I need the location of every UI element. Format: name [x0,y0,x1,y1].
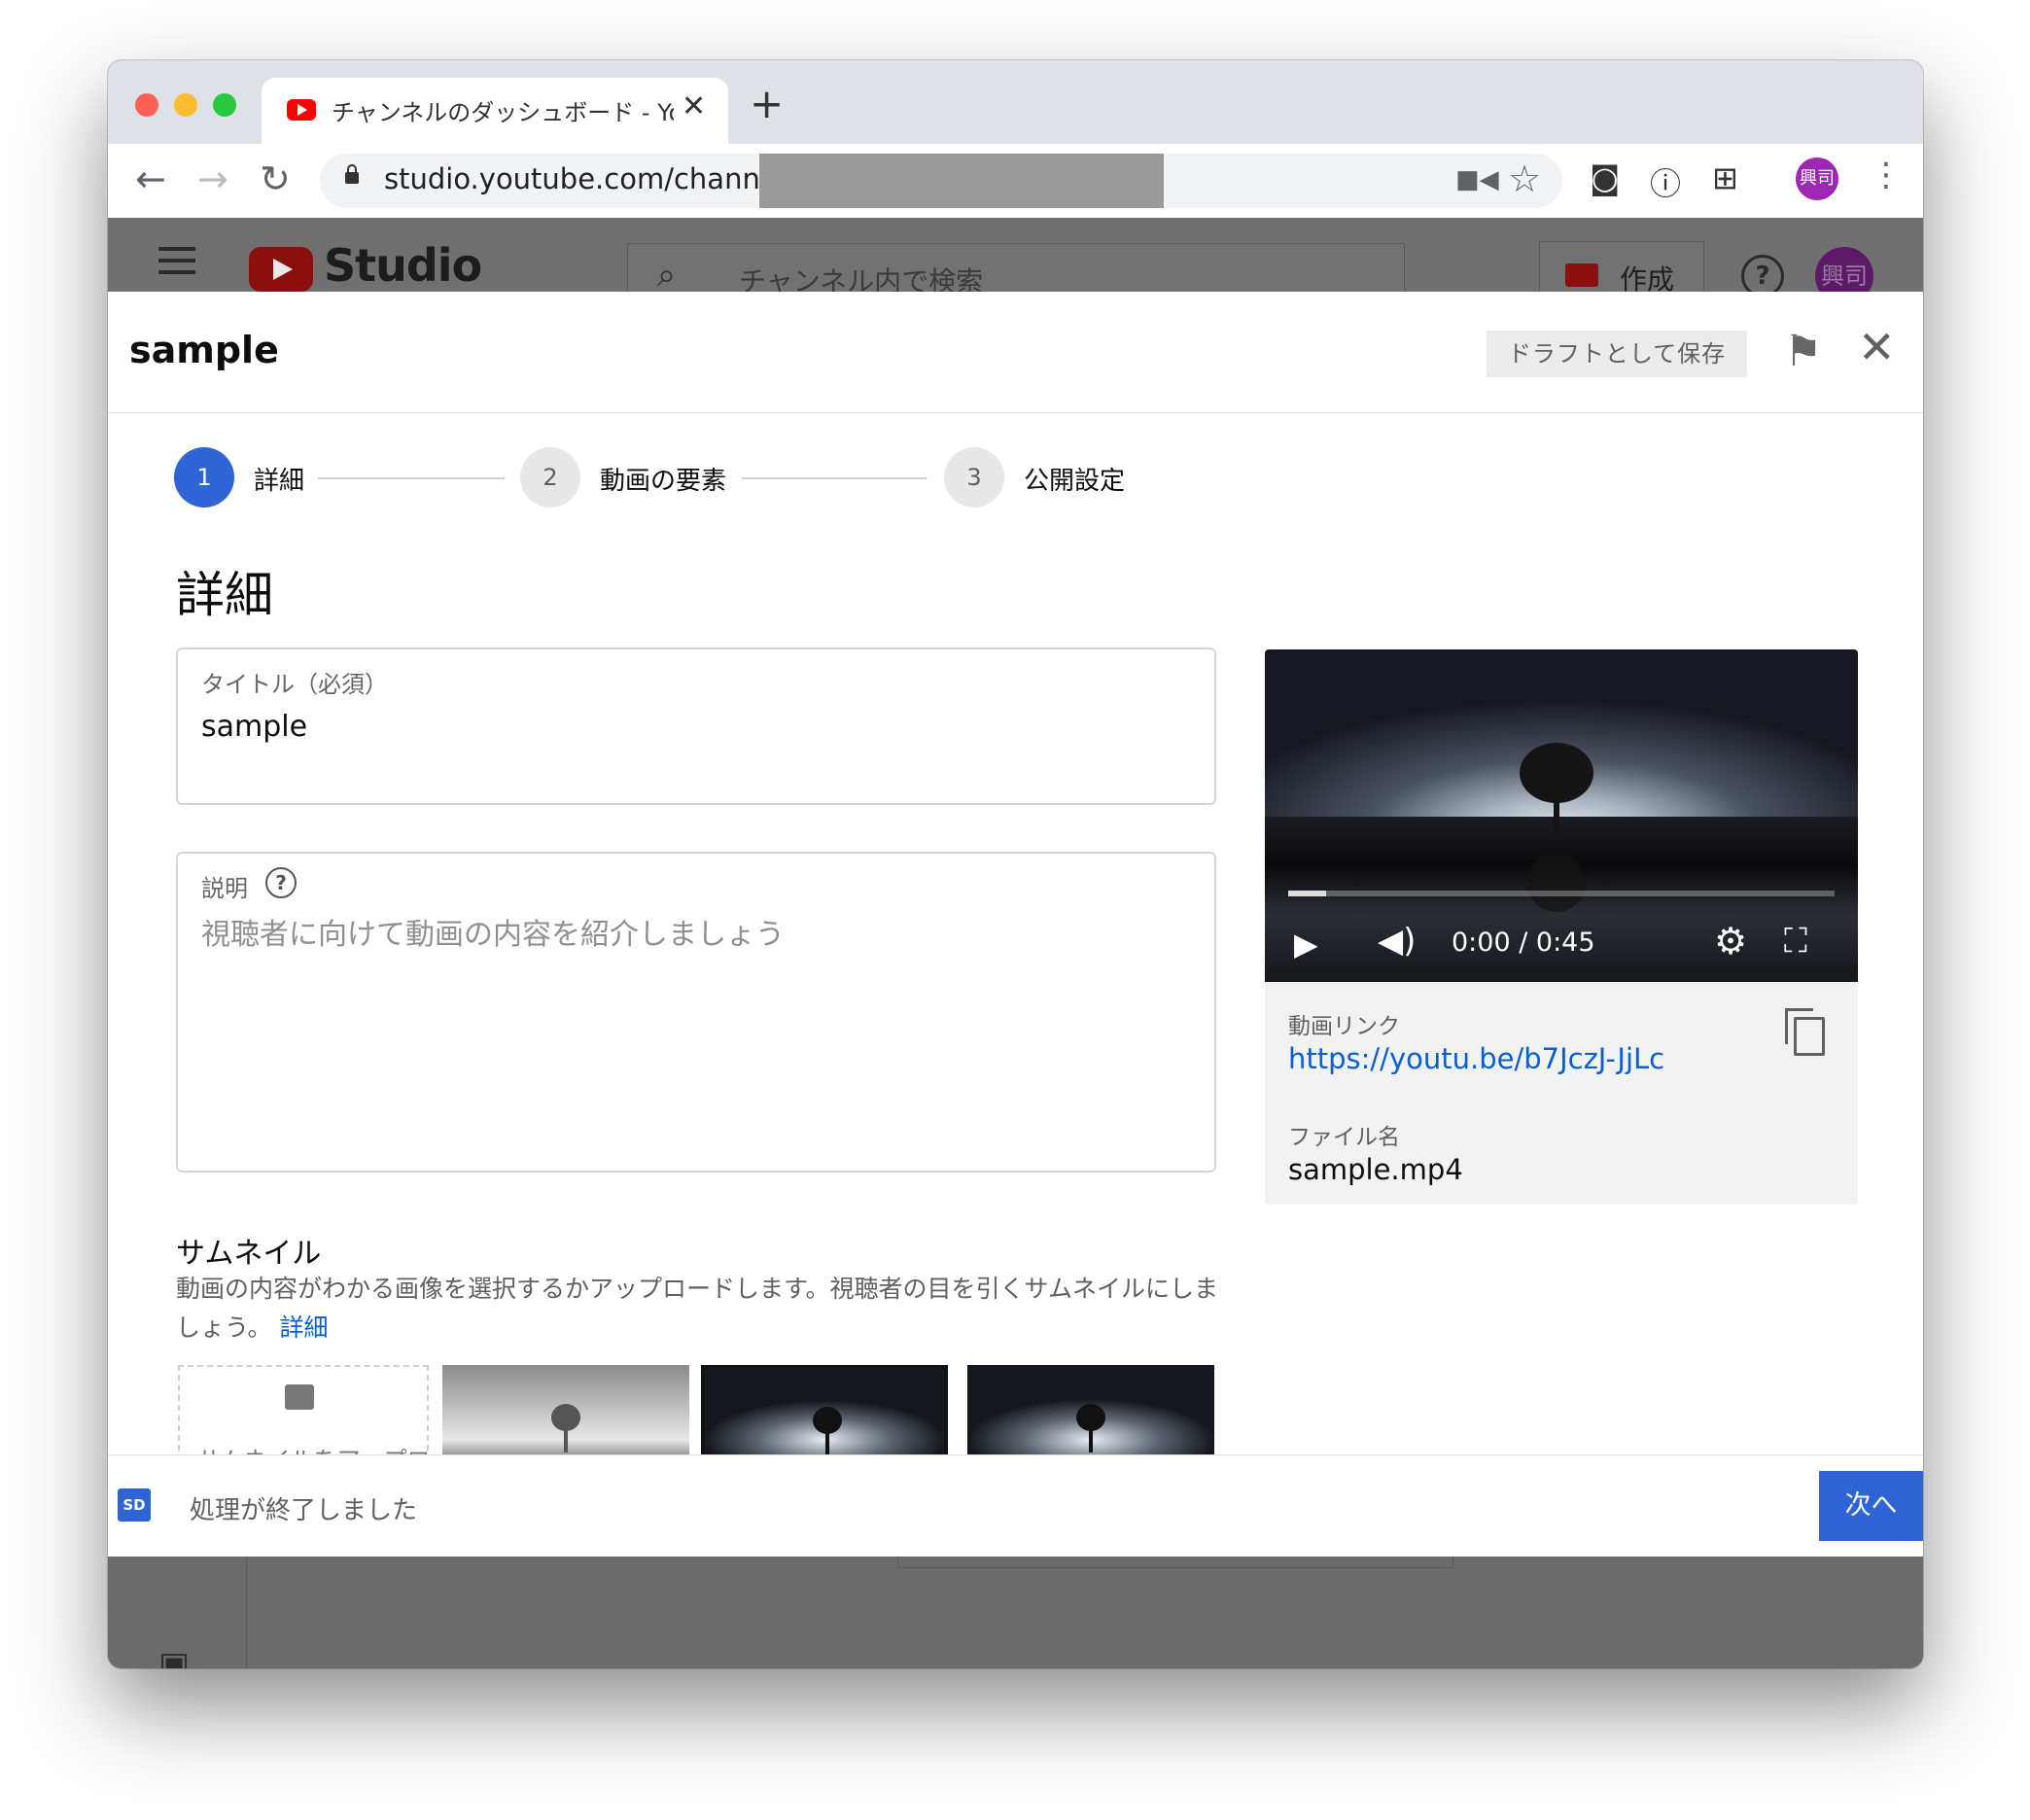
step-1-circle[interactable]: 1 [174,447,234,508]
close-window-button[interactable] [135,93,158,117]
thumbnail-title: サムネイル [176,1237,322,1271]
thumbnail-tree-trunk [825,1426,829,1455]
close-tab-icon[interactable]: ✕ [682,89,706,123]
browser-tab[interactable]: チャンネルのダッシュボード - YouTube Studio ✕ [262,78,728,144]
video-preview-panel: ▶ ◀) 0:00 / 0:45 ⚙ ⛶ 動画リンク https://youtu… [1265,649,1858,1205]
step-3-label[interactable]: 公開設定 [1024,461,1125,497]
bookmark-star-icon[interactable]: ☆ [1508,158,1541,200]
sidebar-divider [246,1550,247,1668]
thumbnail-tree-trunk [1089,1423,1093,1452]
thumbnail-description-text: 動画の内容がわかる画像を選択するかアップロードします。視聴者の目を引くサムネイル… [176,1275,1219,1342]
step-connector [742,477,927,479]
reload-icon[interactable]: ↻ [260,158,291,200]
hamburger-menu-icon[interactable] [158,247,195,282]
copy-link-icon[interactable] [1785,1008,1825,1056]
minimize-window-button[interactable] [174,93,197,117]
step-2-label[interactable]: 動画の要素 [600,461,726,497]
create-video-icon [1565,263,1598,287]
settings-gear-icon[interactable]: ⚙ [1714,920,1747,962]
feedback-person-icon[interactable]: ⚑ [1784,327,1822,376]
save-draft-button[interactable]: ドラフトとして保存 [1487,331,1747,377]
lock-icon [345,164,359,184]
step-1-label[interactable]: 詳細 [254,461,304,497]
video-link[interactable]: https://youtu.be/b7JczJ-JjLc [1288,1042,1664,1075]
section-title: 詳細 [176,567,273,623]
file-name-label: ファイル名 [1288,1125,1400,1150]
dialog-header: sample ドラフトとして保存 ⚑ ✕ [108,292,1923,413]
close-dialog-icon[interactable]: ✕ [1858,321,1896,373]
dialog-title: sample [129,329,279,371]
search-icon: ⌕ [657,256,677,295]
step-3-circle[interactable]: 3 [944,447,1004,508]
next-button[interactable]: 次へ [1819,1471,1923,1541]
step-2-circle[interactable]: 2 [520,447,580,508]
video-link-label: 動画リンク [1288,1014,1400,1039]
browser-menu-icon[interactable]: ⋮ [1870,156,1903,194]
maximize-window-button[interactable] [213,93,236,117]
studio-logo-text[interactable]: Studio [324,239,482,292]
file-name-value: sample.mp4 [1288,1153,1463,1186]
step-connector [318,477,505,479]
password-manager-icon[interactable]: ⓘ [1650,159,1681,204]
fullscreen-icon[interactable]: ⛶ [1784,922,1807,961]
studio-page: Studio ⌕ チャンネル内で検索 作成 ? 興司 ▣ sample ドラフト… [108,218,1923,1668]
youtube-logo-icon[interactable] [249,247,313,292]
browser-profile-avatar[interactable]: 興司 [1796,158,1838,200]
video-progress-bar[interactable] [1288,891,1835,896]
upload-details-dialog: sample ドラフトとして保存 ⚑ ✕ 1 詳細 2 動画の要素 3 公開設定… [108,292,1923,1557]
camera-icon[interactable]: ■◀ [1455,165,1499,194]
back-arrow-icon[interactable]: ← [135,158,166,200]
url-text: studio.youtube.com/channel/ [384,162,795,195]
youtube-favicon-icon [287,99,316,121]
address-bar[interactable]: studio.youtube.com/channel/ ■◀ ☆ [320,154,1562,208]
description-placeholder: 視聴者に向けて動画の内容を紹介しましょう [201,918,785,952]
description-field[interactable]: 説明 ? 視聴者に向けて動画の内容を紹介しましょう [176,852,1216,1172]
volume-icon[interactable]: ◀) [1378,922,1416,961]
play-icon[interactable]: ▶ [1294,926,1318,962]
new-tab-button[interactable]: + [750,80,784,127]
add-photo-icon [285,1384,314,1410]
video-time: 0:00 / 0:45 [1452,928,1595,958]
thumbnail-tree-trunk [564,1423,568,1452]
title-field[interactable]: タイトル（必須） sample [176,648,1216,805]
redacted-url-block [759,154,1164,208]
thumbnail-learn-more-link[interactable]: 詳細 [279,1313,328,1342]
feedback-icon[interactable]: ▣ [158,1645,190,1668]
description-help-icon[interactable]: ? [265,867,297,898]
browser-toolbar: ← → ↻ studio.youtube.com/channel/ ■◀ ☆ ◙… [108,144,1923,219]
sd-quality-badge: SD [118,1488,151,1522]
video-player[interactable]: ▶ ◀) 0:00 / 0:45 ⚙ ⛶ [1265,649,1858,982]
extension-icon[interactable]: ◙ [1590,159,1620,196]
dialog-footer: SD 処理が終了しました 次へ [108,1454,1923,1557]
browser-window: チャンネルのダッシュボード - YouTube Studio ✕ + ← → ↻… [108,60,1923,1668]
tab-strip: チャンネルのダッシュボード - YouTube Studio ✕ + [108,60,1923,144]
video-frame-reflection [1527,854,1586,912]
video-frame-trunk [1554,786,1559,836]
title-field-label: タイトル（必須） [201,671,388,698]
description-field-label: 説明 [201,875,248,902]
apps-grid-icon[interactable]: ⊞ [1712,159,1738,196]
thumbnail-description: 動画の内容がわかる画像を選択するかアップロードします。視聴者の目を引くサムネイル… [176,1270,1218,1348]
processing-status: 処理が終了しました [190,1496,418,1525]
title-field-value: sample [201,710,308,744]
video-progress-fill [1288,891,1327,896]
forward-arrow-icon[interactable]: → [197,158,228,200]
tab-title: チャンネルのダッシュボード - YouTube Studio [332,99,674,126]
